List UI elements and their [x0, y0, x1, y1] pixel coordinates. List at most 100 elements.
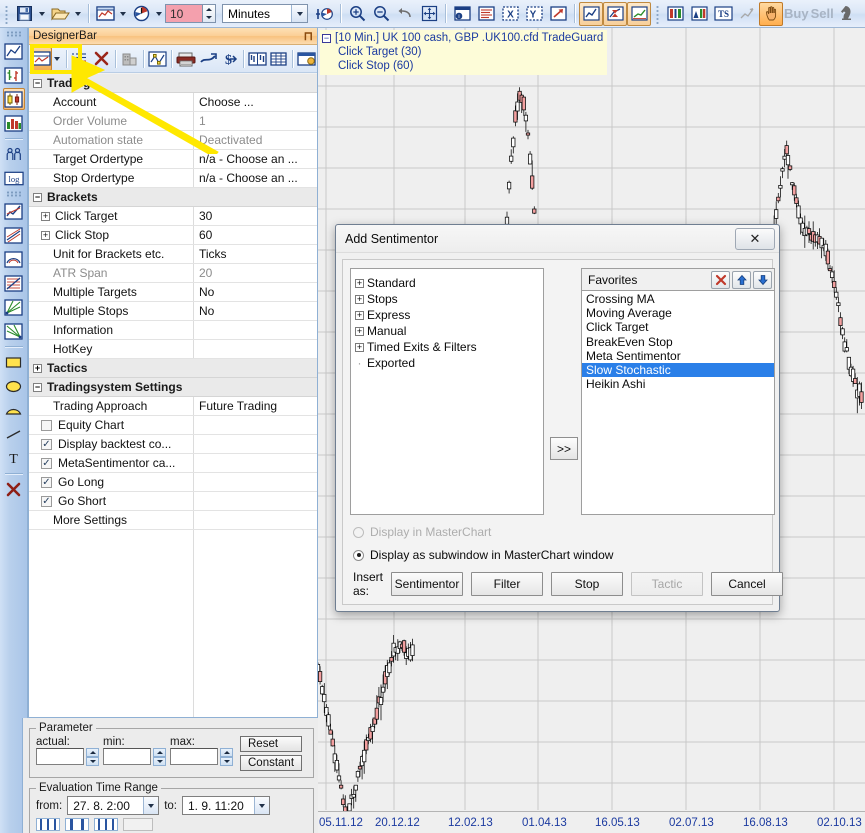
parameter-reset-button[interactable]: Reset [240, 736, 303, 752]
favorites-list[interactable]: Crossing MA Moving Average Click Target Bre… [581, 290, 775, 515]
expand-icon[interactable]: + [355, 294, 364, 304]
property-row[interactable]: More Settings [29, 511, 317, 530]
property-row[interactable]: ATR Span 20 [29, 264, 317, 283]
left-tool-line[interactable] [3, 423, 25, 445]
left-toolbar-grip[interactable] [5, 31, 22, 37]
range-preset-1[interactable] [36, 818, 60, 831]
buy-button[interactable]: Buy [783, 2, 810, 26]
property-row[interactable]: Go Long [29, 473, 317, 492]
property-row[interactable]: Order Volume 1 [29, 112, 317, 131]
property-category[interactable]: − Trading [29, 74, 317, 93]
evaluation-to-select[interactable]: 1. 9. 11:20 [182, 796, 270, 815]
chevron-down-icon[interactable] [143, 797, 159, 814]
property-value[interactable] [194, 416, 317, 434]
parameter-constant-button[interactable]: Constant [240, 755, 303, 771]
left-tool-channel[interactable] [3, 224, 25, 246]
expand-icon[interactable]: + [41, 211, 50, 221]
property-row[interactable]: Automation state Deactivated [29, 131, 317, 150]
property-value[interactable]: Choose ... [194, 93, 317, 111]
money-management-button[interactable]: $ [219, 47, 240, 71]
tree-node[interactable]: · Exported [355, 355, 539, 371]
chart-dropdown-caret[interactable] [120, 11, 126, 16]
favorites-list-item[interactable]: Slow Stochastic [582, 362, 774, 378]
left-tool-arc[interactable] [3, 399, 25, 421]
tree-node[interactable]: + Timed Exits & Filters [355, 339, 539, 355]
property-row[interactable]: HotKey [29, 340, 317, 359]
arrow-down-icon[interactable] [753, 270, 772, 289]
property-value[interactable]: Ticks [194, 245, 317, 263]
expand-icon[interactable]: + [355, 342, 364, 352]
trend-chart-button[interactable] [627, 1, 651, 26]
favorites-list-item[interactable]: Meta Sentimentor [582, 349, 774, 363]
property-row[interactable]: + Click Stop 60 [29, 226, 317, 245]
property-value[interactable]: 1 [194, 112, 317, 130]
red-x-icon[interactable] [711, 270, 730, 289]
property-value[interactable] [194, 321, 317, 339]
property-row[interactable]: Display backtest co... [29, 435, 317, 454]
property-category[interactable]: + Tactics [29, 359, 317, 378]
left-tool-delete[interactable] [3, 478, 25, 500]
property-row[interactable]: Stop Ordertype n/a - Choose an ... [29, 169, 317, 188]
property-value[interactable]: 20 [194, 264, 317, 282]
left-tool-log-scale[interactable]: log [3, 167, 25, 189]
open-button[interactable] [48, 2, 72, 26]
property-row[interactable]: + Click Target 30 [29, 207, 317, 226]
sell-button[interactable]: Sell [810, 2, 835, 26]
evaluation-from-select[interactable]: 27. 8. 2:00 [67, 796, 160, 815]
property-checkbox[interactable] [41, 476, 52, 488]
table-view-button[interactable] [268, 47, 289, 71]
pan-move-button[interactable] [417, 2, 441, 26]
close-icon[interactable]: ✕ [735, 227, 775, 250]
property-row[interactable]: Multiple Stops No [29, 302, 317, 321]
line-chart-button[interactable] [579, 1, 603, 26]
chevron-down-icon[interactable] [291, 5, 307, 22]
expand-icon[interactable]: + [355, 278, 364, 288]
favorites-list-item[interactable]: Click Target [582, 320, 774, 334]
property-row[interactable]: Unit for Brackets etc. Ticks [29, 245, 317, 264]
currency-window-button[interactable] [296, 47, 317, 71]
scatter-tool-button[interactable] [735, 2, 759, 26]
timeframe-clock-button[interactable] [129, 2, 153, 26]
collapse-box-icon[interactable]: − [322, 33, 331, 43]
property-value[interactable] [194, 492, 317, 510]
property-value[interactable]: Deactivated [194, 131, 317, 149]
tree-node[interactable]: + Manual [355, 323, 539, 339]
curve-point-button[interactable] [147, 47, 168, 71]
list-properties-button[interactable] [69, 47, 90, 71]
display-in-masterchart-radio[interactable]: Display in MasterChart [353, 525, 491, 539]
left-tool-bar-chart[interactable] [3, 64, 25, 86]
toolbar-grip-2[interactable] [654, 3, 661, 24]
property-row[interactable]: MetaSentimentor ca... [29, 454, 317, 473]
property-row[interactable]: Target Ordertype n/a - Choose an ... [29, 150, 317, 169]
toolbar-grip[interactable] [3, 3, 10, 24]
tree-node[interactable]: + Stops [355, 291, 539, 307]
range-preset-3[interactable] [94, 818, 118, 831]
property-value[interactable] [194, 473, 317, 491]
interval-unit-select[interactable]: Minutes [222, 4, 308, 23]
display-as-subwindow-radio[interactable]: Display as subwindow in MasterChart wind… [353, 548, 613, 562]
left-tool-candlestick-chart[interactable] [2, 88, 25, 110]
chess-knight-button[interactable] [835, 2, 859, 26]
range-preset-4[interactable] [123, 818, 153, 831]
property-row[interactable]: Go Short [29, 492, 317, 511]
save-button[interactable] [12, 2, 36, 26]
parameter-actual-input[interactable] [36, 748, 84, 765]
property-row[interactable]: Equity Chart [29, 416, 317, 435]
property-value[interactable] [194, 340, 317, 358]
chart-window-icon-button[interactable] [93, 2, 117, 26]
property-checkbox[interactable] [41, 457, 52, 469]
chevron-down-icon[interactable] [254, 797, 269, 814]
property-row[interactable]: Trading Approach Future Trading [29, 397, 317, 416]
collapse-icon[interactable]: − [33, 382, 42, 392]
property-value[interactable]: No [194, 302, 317, 320]
insert-as-filter-button[interactable]: Filter [471, 572, 544, 596]
new-sentimentor-button[interactable] [31, 46, 53, 71]
property-value[interactable]: 60 [194, 226, 317, 244]
open-dropdown-caret[interactable] [75, 11, 81, 16]
property-value[interactable] [194, 454, 317, 472]
sentimentor-category-tree[interactable]: + Standard + Stops + Express + Manual + Timed Exi… [350, 268, 544, 515]
insert-as-cancel-button[interactable]: Cancel [711, 572, 784, 596]
property-row[interactable]: Information [29, 321, 317, 340]
arrow-up-icon[interactable] [732, 270, 751, 289]
expand-window-button[interactable] [546, 2, 570, 26]
